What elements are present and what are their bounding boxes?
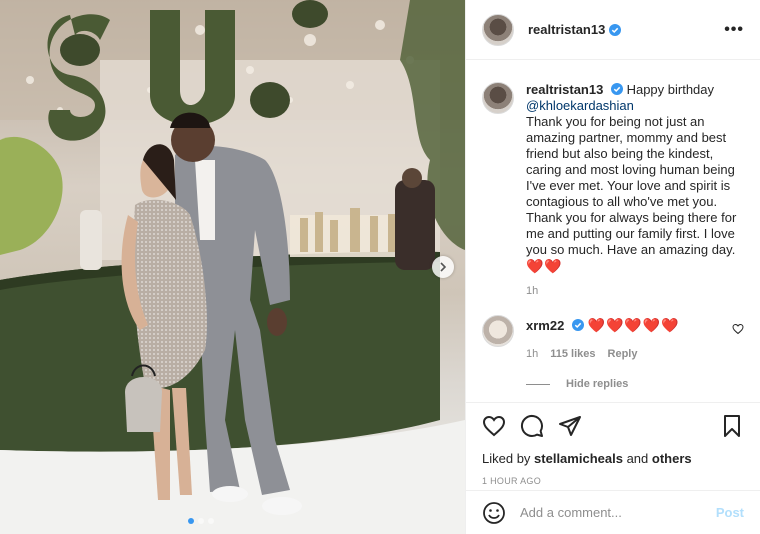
comment-item: xrm22 ❤️❤️❤️❤️❤️ 1h 115 likes Reply (482, 315, 744, 362)
avatar[interactable] (482, 13, 514, 46)
hide-replies-button[interactable]: Hide replies (526, 378, 744, 390)
next-arrow-button[interactable] (432, 256, 454, 278)
emoji-icon[interactable] (482, 501, 506, 525)
liked-by-others[interactable]: others (652, 451, 692, 466)
photo-scene (0, 0, 465, 534)
comments-section: realtristan13 Happy birthday @khloekarda… (466, 60, 760, 402)
caption-hearts: ❤️❤️ (526, 258, 563, 274)
post-header: realtristan13 ••• (466, 0, 760, 60)
comment-time[interactable]: 1h (526, 346, 538, 362)
post-timestamp[interactable]: 1 HOUR AGO (482, 476, 744, 486)
comment-likes[interactable]: 115 likes (550, 346, 595, 362)
share-icon (559, 416, 581, 436)
caption-body: Thank you for being not just an amazing … (526, 114, 737, 257)
comment-icon (520, 414, 543, 437)
comment-button[interactable] (520, 414, 544, 438)
like-button[interactable] (482, 414, 506, 438)
caption-intro: Happy birthday (626, 82, 715, 97)
liked-by-and: and (626, 451, 649, 466)
comment-input[interactable]: Add a comment... (520, 505, 622, 520)
save-button[interactable] (720, 414, 744, 438)
save-icon (724, 415, 740, 437)
caption: realtristan13 Happy birthday @khloekarda… (482, 82, 744, 275)
liked-by-user[interactable]: stellamicheals (534, 451, 623, 466)
next-arrow-icon (440, 262, 447, 272)
hide-replies-label: Hide replies (566, 378, 629, 390)
share-button[interactable] (558, 414, 582, 438)
verified-icon (571, 319, 584, 331)
heart-icon (482, 415, 506, 437)
actions-area: Liked by stellamicheals and others 1 HOU… (466, 402, 760, 486)
verified-icon (610, 83, 623, 95)
caption-username[interactable]: realtristan13 (526, 82, 603, 97)
verified-icon (609, 23, 622, 36)
caption-time[interactable]: 1h (526, 285, 744, 297)
carousel-dot (188, 518, 194, 524)
post-button[interactable]: Post (716, 505, 744, 520)
header-username[interactable]: realtristan13 (528, 22, 605, 37)
post-panel: realtristan13 ••• realtristan13 Happy bi… (465, 0, 760, 534)
avatar[interactable] (482, 315, 514, 347)
more-icon[interactable]: ••• (724, 21, 744, 39)
carousel-dot (198, 518, 204, 524)
comment-hearts: ❤️❤️❤️❤️❤️ (587, 317, 680, 333)
comment-meta: 1h 115 likes Reply (526, 346, 680, 362)
comment-body: xrm22 ❤️❤️❤️❤️❤️ 1h 115 likes Reply (526, 315, 680, 362)
caption-text: realtristan13 Happy birthday @khloekarda… (526, 82, 741, 275)
post-photo[interactable] (0, 0, 465, 534)
caption-mention[interactable]: @khloekardashian (526, 98, 634, 113)
carousel-dots (188, 518, 214, 524)
instagram-post: realtristan13 ••• realtristan13 Happy bi… (0, 0, 760, 534)
comment-username[interactable]: xrm22 (526, 318, 564, 333)
heart-icon[interactable] (732, 323, 744, 335)
carousel-dot (208, 518, 214, 524)
liked-by-prefix: Liked by (482, 451, 531, 466)
add-comment-bar: Add a comment... Post (466, 490, 760, 534)
avatar[interactable] (482, 82, 514, 114)
action-bar (482, 413, 744, 439)
liked-by: Liked by stellamicheals and others (482, 451, 744, 466)
divider (526, 383, 550, 385)
reply-button[interactable]: Reply (608, 346, 638, 362)
